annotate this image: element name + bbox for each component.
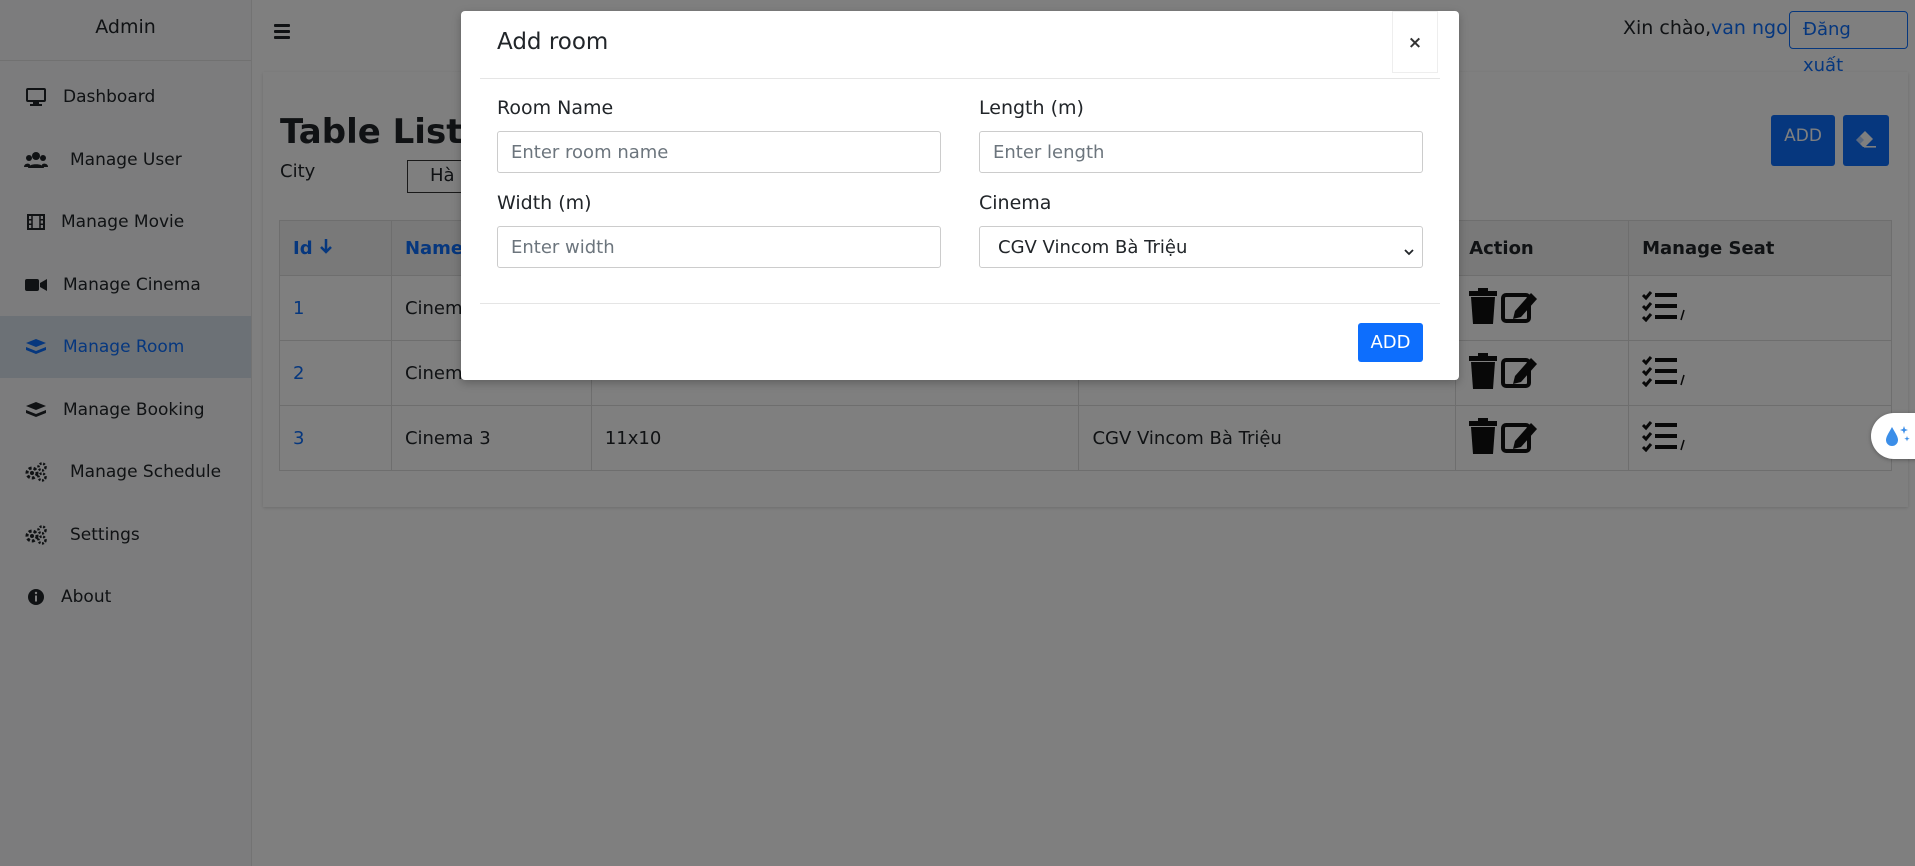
- cinema-select[interactable]: CGV Vincom Bà Triệu: [979, 226, 1423, 268]
- modal-footer-divider: [480, 303, 1440, 304]
- length-label: Length (m): [979, 97, 1084, 119]
- modal-add-button[interactable]: ADD: [1358, 323, 1423, 362]
- modal-close-button[interactable]: ×: [1392, 11, 1438, 73]
- length-input[interactable]: [979, 131, 1423, 173]
- cinema-select-value: CGV Vincom Bà Triệu: [998, 236, 1188, 258]
- width-input[interactable]: [497, 226, 941, 268]
- add-room-modal: Add room × Room Name Length (m) Width (m…: [461, 11, 1459, 380]
- modal-header-divider: [480, 78, 1440, 79]
- water-drop-sparkle-icon: [1883, 424, 1911, 453]
- width-label: Width (m): [497, 192, 592, 214]
- room-name-input[interactable]: [497, 131, 941, 173]
- modal-title: Add room: [497, 29, 609, 55]
- room-name-label: Room Name: [497, 97, 614, 119]
- cinema-label: Cinema: [979, 192, 1052, 214]
- floating-widget-button[interactable]: [1871, 413, 1915, 459]
- chevron-down-icon: [1404, 241, 1414, 256]
